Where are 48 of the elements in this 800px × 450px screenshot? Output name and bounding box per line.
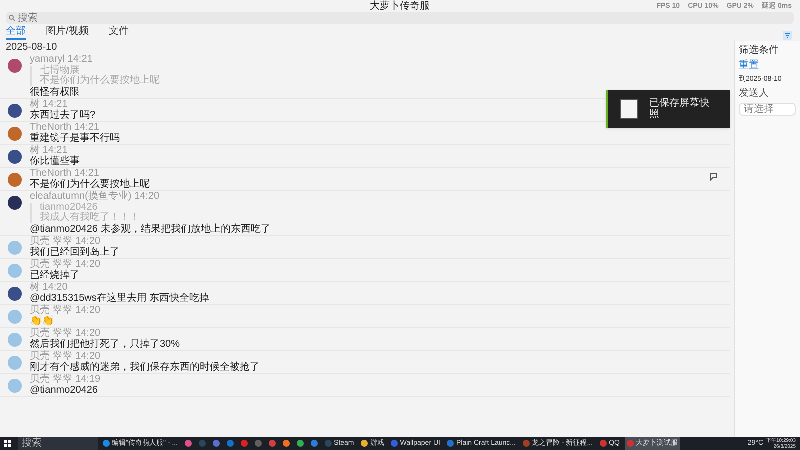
tab[interactable]: 全部 — [6, 26, 26, 40]
sender-name: 树 14:21 — [30, 146, 68, 156]
quoted-text: tianmo20426 — [40, 203, 98, 213]
sender-name: TheNorth 14:21 — [30, 123, 100, 133]
quoted-text: 不是你们为什么要按地上呢 — [40, 76, 160, 86]
thumbnail-icon — [620, 99, 638, 119]
sender-name: yamaryl 14:21 — [30, 55, 94, 65]
search-hint: 搜索 — [22, 438, 42, 449]
quoted-text: 七博物展 — [40, 66, 80, 76]
message-text: 已经烧掉了 — [30, 270, 81, 281]
comment-icon[interactable] — [710, 173, 718, 181]
toast-text: 已保存屏幕快照 — [650, 98, 711, 120]
sender-name: 树 14:20 — [30, 283, 69, 293]
message-text: 然后我们把他打死了，只掉了30% — [30, 339, 180, 350]
windows-logo-icon[interactable] — [4, 440, 11, 447]
sender-name: 贝壳 翠翠 14:20 — [30, 260, 101, 270]
message-text: 👏👏 — [30, 316, 55, 327]
panel-title: 筛选条件 — [739, 45, 780, 56]
reset-button[interactable]: 重置 — [739, 60, 759, 71]
message-text: 很怪有权限 — [30, 87, 81, 98]
sender-name: TheNorth 14:21 — [30, 169, 100, 179]
sender-field[interactable]: 请选择 — [739, 103, 796, 116]
quoted-text: 我成人有我吃了！！！ — [40, 213, 141, 223]
message-text: 刚才有个感威的迷弟，我们保存东西的时候全被抢了 — [30, 362, 260, 373]
sender-name: eleafautumn(摸鱼专业) 14:20 — [30, 192, 161, 202]
sender-name: 树 14:21 — [30, 100, 68, 110]
message-text: @dd315315ws在这里去用 东西快全吃掉 — [30, 293, 210, 304]
sender-name: 贝壳 翠翠 14:20 — [30, 237, 101, 247]
message-text: 东西过去了吗? — [30, 110, 96, 121]
tab[interactable]: 文件 — [108, 26, 129, 40]
sender-name: 贝壳 翠翠 14:20 — [30, 306, 101, 316]
search-icon — [9, 15, 15, 21]
message-text: 不是你们为什么要按地上呢 — [30, 179, 150, 190]
message-text: @tianmo20426 未参观，结果把我们放地上的东西吃了 — [30, 224, 271, 235]
search-field[interactable]: 搜索 — [6, 12, 794, 24]
sender-name: 贝壳 翠翠 14:19 — [30, 375, 101, 385]
date-label: 2025-08-10 — [6, 42, 58, 53]
window-title: 大萝卜传奇服 — [370, 0, 430, 12]
message-text: @tianmo20426 — [30, 385, 99, 396]
sender-name: 贝壳 翠翠 14:20 — [30, 329, 102, 339]
message-text: 重建镜子是事不行吗 — [30, 133, 120, 144]
tab[interactable]: 图片/视频 — [46, 26, 89, 40]
filter-icon[interactable] — [783, 31, 792, 40]
message-text: 你比懂些事 — [30, 156, 80, 167]
message-text: 我们已经回到岛上了 — [30, 247, 120, 258]
field-label: 发送人 — [739, 88, 770, 99]
taskbar-search[interactable]: 搜索 — [18, 437, 98, 450]
sender-name: 贝壳 翠翠 14:20 — [30, 352, 101, 362]
